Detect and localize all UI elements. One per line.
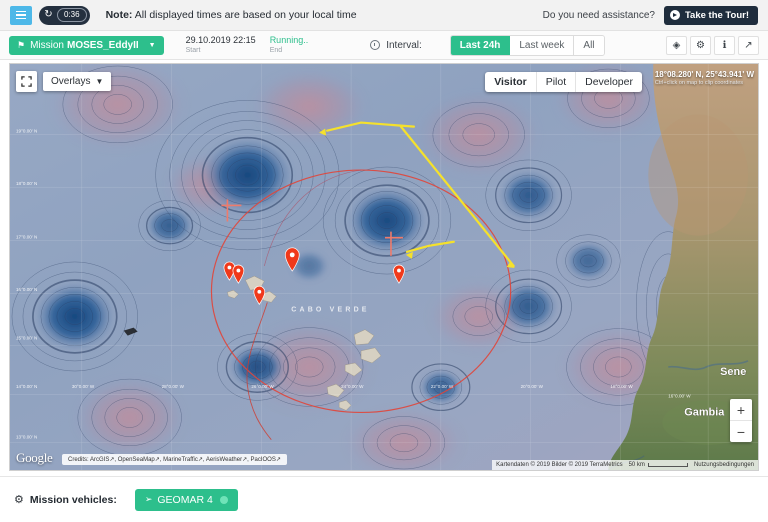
info-icon[interactable]: ℹ: [714, 35, 735, 55]
role-developer[interactable]: Developer: [576, 72, 642, 92]
flag-icon: ⚑: [17, 39, 26, 50]
fullscreen-icon[interactable]: [16, 71, 37, 92]
credit-pacioos[interactable]: PacIOOS: [250, 457, 275, 463]
credit-aerisweather[interactable]: AerisWeather: [206, 457, 242, 463]
mission-time-group: 29.10.2019 22:15 Start Running.. End: [185, 35, 309, 54]
take-the-tour-button[interactable]: Take the Tour!: [663, 5, 758, 25]
glider-icon: ➢: [144, 494, 153, 504]
scale-label: 50 km: [628, 462, 645, 468]
terms-link[interactable]: Nutzungsbedingungen: [694, 462, 754, 468]
assistance-text: Do you need assistance?: [542, 9, 655, 21]
mission-end-label: End: [269, 46, 283, 54]
zoom-in-button[interactable]: +: [730, 399, 752, 420]
mission-start-label: Start: [185, 46, 201, 54]
clock-icon: [370, 40, 381, 50]
credits-prefix: Credits:: [68, 457, 89, 463]
mission-name-label: MOSES_EddyII: [66, 39, 139, 51]
credit-marinetraffic[interactable]: MarineTraffic: [163, 457, 198, 463]
deep-sea-mission-dashboard: ↻ 0:36 Note: All displayed times are bas…: [0, 0, 768, 522]
mission-caret-glyph: ▼: [148, 41, 156, 49]
notice-body: All displayed times are based on your lo…: [132, 9, 357, 21]
refresh-countdown: 0:36: [57, 8, 87, 22]
scale-line: [647, 463, 688, 467]
vehicle-icon: ⚙: [14, 494, 24, 506]
role-visitor[interactable]: Visitor: [485, 72, 537, 92]
interval-segmented-control: Last 24h Last week All: [449, 34, 605, 56]
map-canvas[interactable]: 19°0.00' N 18°0.00' N 17°0.00' N 16°0.00…: [10, 64, 758, 470]
notice-bar: ↻ 0:36 Note: All displayed times are bas…: [0, 0, 768, 31]
notice-bar-right: Do you need assistance? Take the Tour!: [542, 5, 758, 25]
coordinate-readout: 18°08.280' N, 25°43.941' W Ctrl+click on…: [655, 70, 754, 87]
mission-vehicles-footer: ⚙ Mission vehicles: ➢ GEOMAR 4: [0, 476, 768, 522]
mission-prefix-label: Mission: [30, 39, 64, 51]
zoom-out-button[interactable]: −: [730, 421, 752, 442]
map-top-left-controls: Overlays ▼: [16, 71, 112, 92]
mission-toolbar: ⚑ Mission MOSES_EddyII chevron-down-icon…: [0, 31, 768, 60]
mission-start-value: 29.10.2019 22:15: [185, 35, 256, 46]
refresh-icon: ↻: [44, 9, 53, 20]
refresh-timer-widget[interactable]: ↻ 0:36: [39, 5, 90, 25]
interval-option-all[interactable]: All: [574, 35, 604, 55]
map-markers-layer[interactable]: [10, 64, 758, 470]
credit-arcgis[interactable]: ArcGIS: [90, 457, 109, 463]
map-marker: [393, 264, 405, 284]
vehicle-chip-geomar-4[interactable]: ➢ GEOMAR 4: [134, 488, 238, 511]
map-attribution: Kartendaten © 2019 Bilder © 2019 TerraMe…: [492, 460, 758, 470]
hamburger-icon[interactable]: [10, 5, 32, 25]
mission-end: Running.. End: [269, 35, 309, 54]
settings-sliders-icon[interactable]: ⚙: [690, 35, 711, 55]
interval-option-last-week[interactable]: Last week: [510, 35, 575, 55]
coordinate-hint: Ctrl+click on map to clip coordinates: [654, 80, 744, 87]
mission-selector-button[interactable]: ⚑ Mission MOSES_EddyII chevron-down-icon…: [9, 35, 164, 55]
chevron-down-icon: ▼: [95, 77, 104, 86]
notice-message: Note: All displayed times are based on y…: [106, 9, 357, 21]
status-badge: [219, 495, 228, 504]
interval-option-last-24h[interactable]: Last 24h: [450, 35, 511, 55]
target-icon[interactable]: ◈: [666, 35, 687, 55]
zoom-control: + −: [730, 399, 752, 442]
map-credits: Credits: ArcGIS↗, OpenSeaMap↗, MarineTra…: [62, 454, 287, 465]
map-marker: [232, 264, 245, 284]
overlays-dropdown[interactable]: Overlays ▼: [43, 72, 112, 91]
map-scale: 50 km: [629, 462, 688, 468]
play-icon: [669, 10, 680, 20]
map-container[interactable]: 19°0.00' N 18°0.00' N 17°0.00' N 16°0.00…: [9, 63, 759, 471]
mission-vehicles-label: Mission vehicles:: [29, 493, 117, 506]
vehicle-name: GEOMAR 4: [157, 493, 213, 506]
tour-button-label: Take the Tour!: [684, 9, 749, 21]
overlays-label: Overlays: [51, 76, 91, 87]
map-marker: [284, 247, 300, 272]
toolbar-icon-group: ◈ ⚙ ℹ ↗: [663, 35, 759, 55]
role-switch: Visitor Pilot Developer: [485, 72, 642, 92]
expand-diagonal-icon[interactable]: ↗: [738, 35, 759, 55]
credit-openseamap[interactable]: OpenSeaMap: [118, 457, 155, 463]
map-marker: [253, 285, 266, 305]
google-logo: Google: [16, 450, 53, 465]
role-pilot[interactable]: Pilot: [537, 72, 577, 92]
notice-prefix: Note:: [105, 9, 133, 21]
interval-label: Interval:: [386, 39, 422, 51]
coordinate-value: 18°08.280' N, 25°43.941' W: [654, 70, 754, 79]
interval-group: Interval: Last 24h Last week All: [370, 34, 605, 56]
mission-end-value: Running..: [269, 35, 309, 46]
fullscreen-glyph: [21, 76, 32, 87]
mission-start: 29.10.2019 22:15 Start: [185, 35, 256, 54]
attribution-text: Kartendaten © 2019 Bilder © 2019 TerraMe…: [496, 462, 623, 468]
